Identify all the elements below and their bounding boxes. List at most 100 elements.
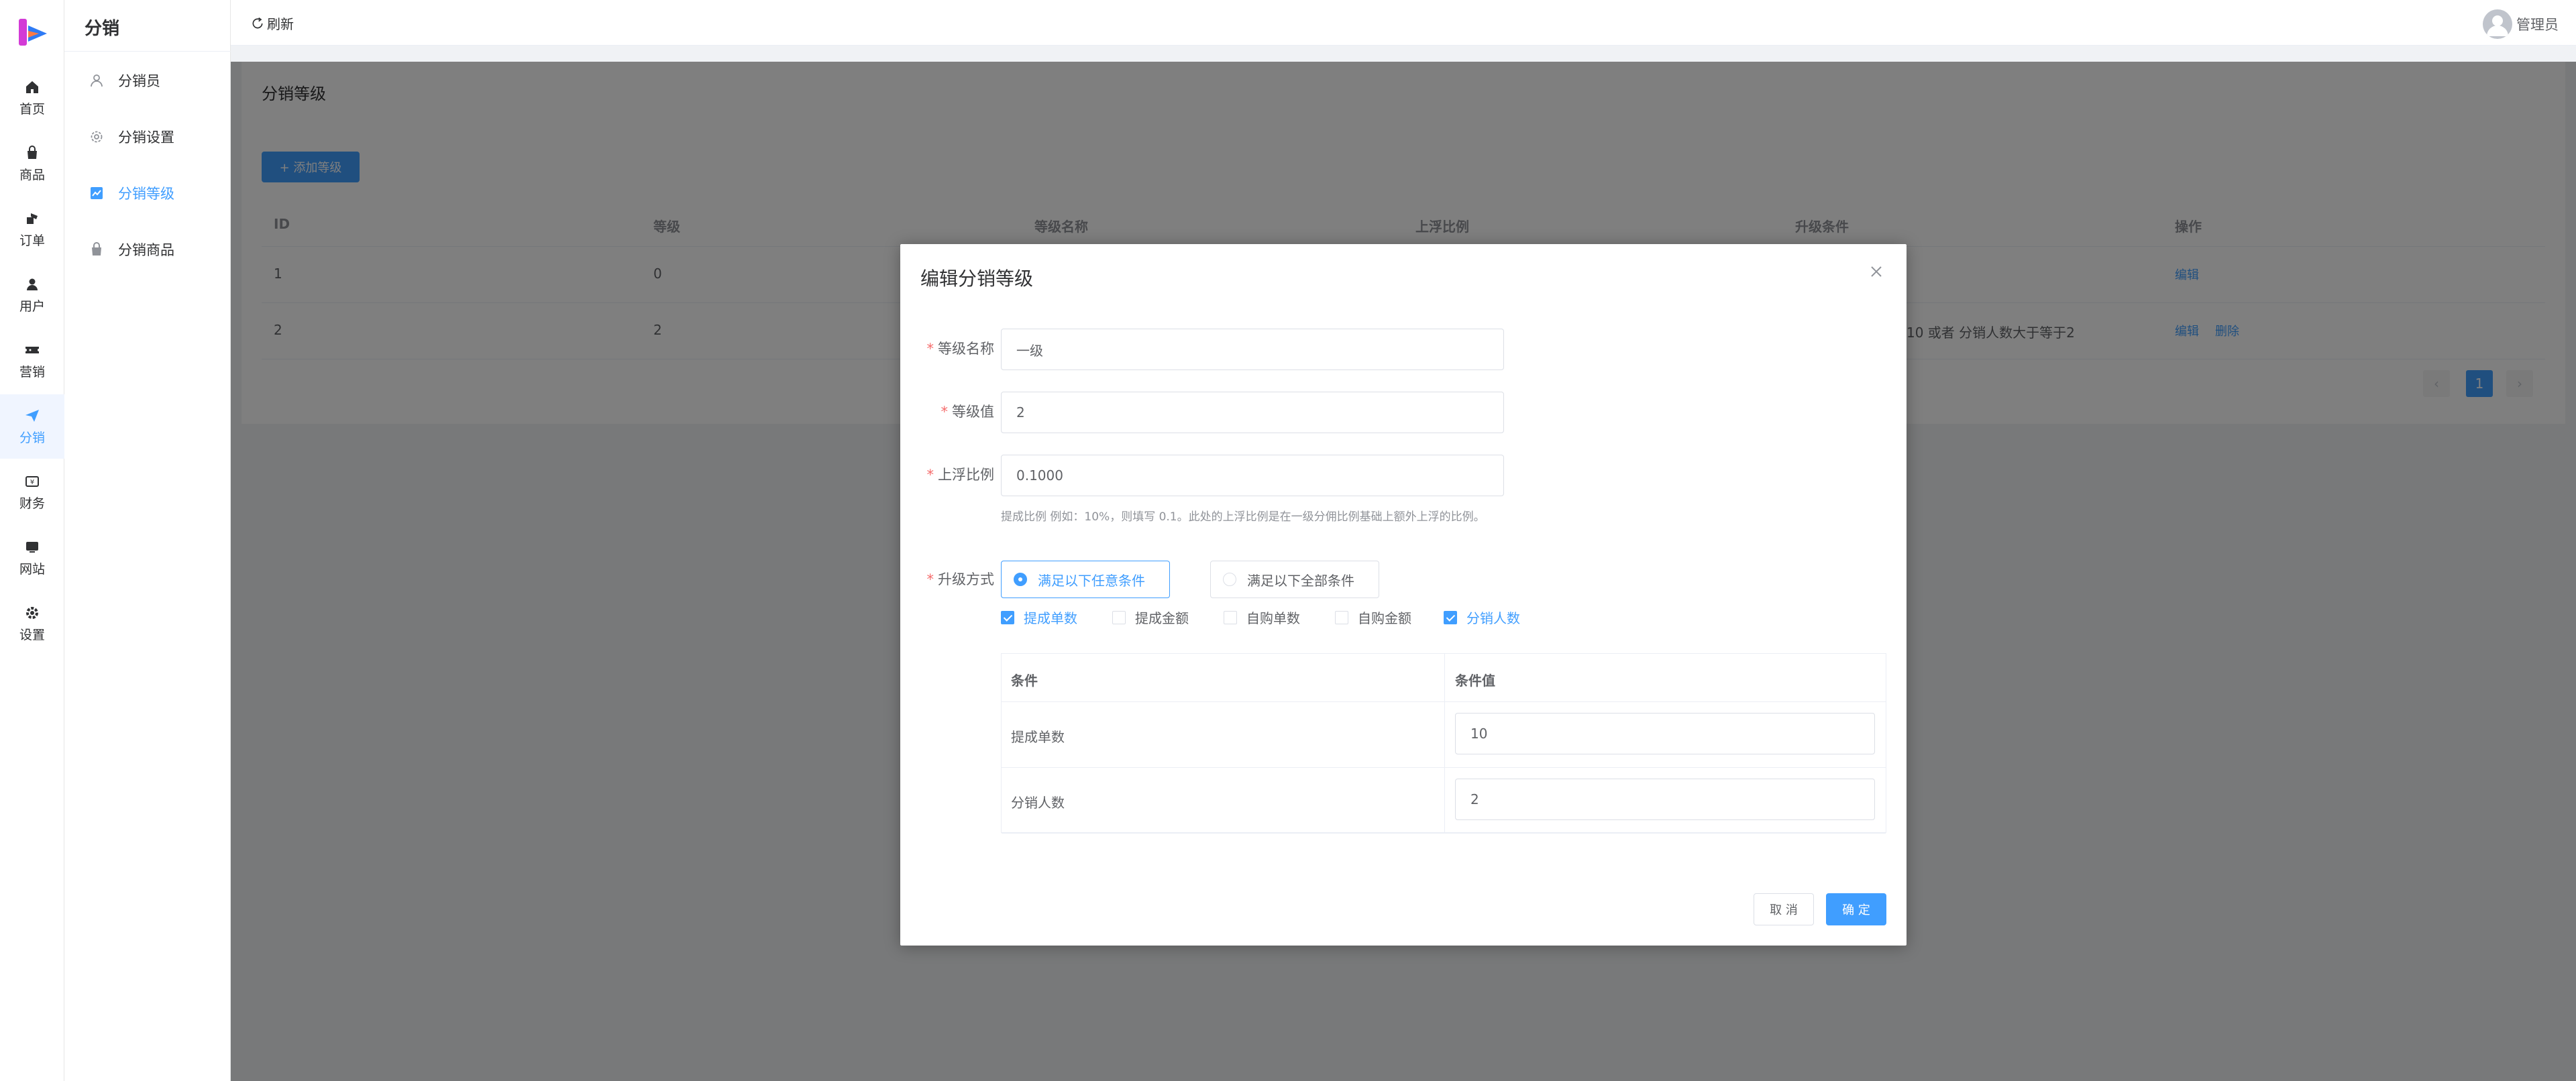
top-bar: 刷新 管理员 — [231, 0, 2576, 46]
required-mark: * — [926, 571, 934, 587]
ratio-label: * 上浮比例 — [926, 467, 995, 483]
rail-item-home[interactable]: 首页 — [0, 66, 64, 130]
ratio-input[interactable]: 0.1000 — [1001, 455, 1504, 496]
svg-text:¥: ¥ — [30, 479, 34, 486]
submenu-item-distributors[interactable]: 分销员 — [64, 60, 231, 101]
home-icon — [26, 80, 38, 93]
condition-table: 条件 条件值 提成单数 10 分销人数 2 — [1001, 653, 1886, 834]
refresh-label: 刷新 — [267, 16, 294, 32]
rail-item-label: 财务 — [19, 496, 45, 511]
level-value-label: * 等级值 — [941, 404, 995, 420]
rail-item-website[interactable]: 网站 — [0, 526, 64, 590]
rail-item-distribution[interactable]: 分销 — [0, 394, 64, 459]
checkbox-box — [1001, 610, 1014, 624]
checkbox-self-orders[interactable]: 自购单数 — [1224, 608, 1300, 627]
submenu-item-goods[interactable]: 分销商品 — [64, 229, 231, 270]
submenu-item-levels[interactable]: 分销等级 — [64, 173, 231, 213]
column-header: 条件 — [1011, 673, 1038, 689]
ratio-hint: 提成比例 例如：10%，则填写 0.1。此处的上浮比例是在一级分佣比例基础上额外… — [1001, 510, 1485, 524]
rail-item-users[interactable]: 用户 — [0, 263, 64, 327]
submenu-item-label: 分销商品 — [118, 242, 174, 258]
radio-any-condition[interactable]: 满足以下任意条件 — [1001, 561, 1170, 598]
refresh-icon — [252, 17, 263, 28]
checkbox-label: 分销人数 — [1466, 610, 1520, 626]
checkbox-commission-orders[interactable]: 提成单数 — [1001, 608, 1077, 627]
radio-dot — [1014, 573, 1027, 586]
divider — [64, 51, 231, 52]
gear-outline-icon — [91, 131, 103, 143]
app-logo[interactable] — [17, 16, 50, 48]
rail-item-label: 设置 — [19, 627, 45, 642]
level-value-input[interactable]: 2 — [1001, 392, 1504, 433]
radio-all-conditions[interactable]: 满足以下全部条件 — [1210, 561, 1379, 598]
rail-item-label: 订单 — [19, 233, 45, 248]
ticket-icon — [25, 346, 39, 353]
condition-name: 分销人数 — [1011, 795, 1065, 811]
upgrade-mode-label: * 升级方式 — [926, 571, 995, 587]
submenu-title: 分销 — [85, 19, 120, 39]
rail-item-label: 分销 — [19, 430, 45, 445]
submenu-item-label: 分销设置 — [118, 129, 174, 146]
rail-item-marketing[interactable]: 营销 — [0, 329, 64, 393]
finance-icon: ¥ — [25, 475, 39, 487]
checkbox-self-amount[interactable]: 自购金额 — [1335, 608, 1411, 627]
rail-item-finance[interactable]: ¥ 财务 — [0, 460, 64, 524]
checkbox-box — [1224, 610, 1237, 624]
required-mark: * — [941, 404, 949, 420]
submenu-item-label: 分销员 — [118, 73, 160, 89]
required-mark: * — [926, 467, 934, 483]
checkbox-commission-amount[interactable]: 提成金额 — [1112, 608, 1189, 627]
send-icon — [25, 409, 39, 422]
submenu-item-label: 分销等级 — [118, 186, 174, 202]
checkbox-box — [1335, 610, 1348, 624]
checkbox-label: 自购金额 — [1358, 610, 1411, 626]
confirm-button[interactable]: 确 定 — [1826, 893, 1886, 925]
condition-table-header: 条件 条件值 — [1002, 654, 1886, 702]
checkbox-label: 提成金额 — [1135, 610, 1189, 626]
condition-value-input[interactable]: 2 — [1455, 779, 1875, 820]
dialog-title: 编辑分销等级 — [920, 268, 1034, 290]
rail-item-settings[interactable]: 设置 — [0, 591, 64, 656]
edit-level-dialog: 编辑分销等级 * 等级名称 一级 * 等级值 2 * 上浮比例 0.1000 提成比例… — [900, 244, 1907, 946]
website-icon — [26, 541, 38, 553]
condition-value-input[interactable]: 10 — [1455, 713, 1875, 754]
user-outline-icon — [91, 74, 103, 87]
user-menu[interactable]: 管理员 — [2483, 9, 2559, 39]
checkbox-label: 提成单数 — [1024, 610, 1077, 626]
column-header: 条件值 — [1455, 673, 1495, 689]
goods-icon — [92, 242, 101, 255]
radio-dot — [1223, 573, 1236, 586]
close-icon[interactable] — [1869, 264, 1884, 279]
cancel-button[interactable]: 取 消 — [1754, 893, 1814, 925]
rail-item-label: 网站 — [19, 561, 45, 577]
gear-icon — [26, 606, 38, 619]
radio-label: 满足以下任意条件 — [1038, 572, 1145, 589]
submenu-item-settings[interactable]: 分销设置 — [64, 117, 231, 157]
checkbox-label: 自购单数 — [1246, 610, 1300, 626]
rail-item-label: 首页 — [19, 101, 45, 117]
avatar-icon — [2487, 15, 2508, 36]
level-name-input[interactable]: 一级 — [1001, 329, 1504, 370]
level-name-label: * 等级名称 — [926, 341, 995, 357]
rail-item-goods[interactable]: 商品 — [0, 131, 64, 196]
required-mark: * — [926, 341, 934, 357]
table-row: 分销人数 2 — [1002, 768, 1886, 834]
user-icon — [27, 278, 38, 290]
refresh-button[interactable]: 刷新 — [251, 13, 294, 33]
shopping-bag-icon — [28, 145, 37, 159]
condition-name: 提成单数 — [1011, 729, 1065, 745]
radio-label: 满足以下全部条件 — [1247, 572, 1354, 589]
icon-rail: 首页 商品 订单 用户 营销 分销 ¥ 财务 网站 设置 — [0, 0, 64, 1081]
sub-menu: 分销 分销员 分销设置 分销等级 分销商品 — [64, 0, 231, 1081]
rail-item-label: 用户 — [19, 298, 45, 314]
rail-item-label: 营销 — [19, 364, 45, 380]
rail-item-orders[interactable]: 订单 — [0, 197, 64, 262]
order-icon — [27, 213, 38, 224]
user-name: 管理员 — [2516, 17, 2559, 33]
table-row: 提成单数 10 — [1002, 702, 1886, 768]
rail-item-label: 商品 — [19, 167, 45, 182]
checkbox-box — [1444, 610, 1457, 624]
checkbox-distributor-count[interactable]: 分销人数 — [1444, 608, 1520, 627]
checkbox-box — [1112, 610, 1126, 624]
avatar — [2483, 9, 2512, 39]
